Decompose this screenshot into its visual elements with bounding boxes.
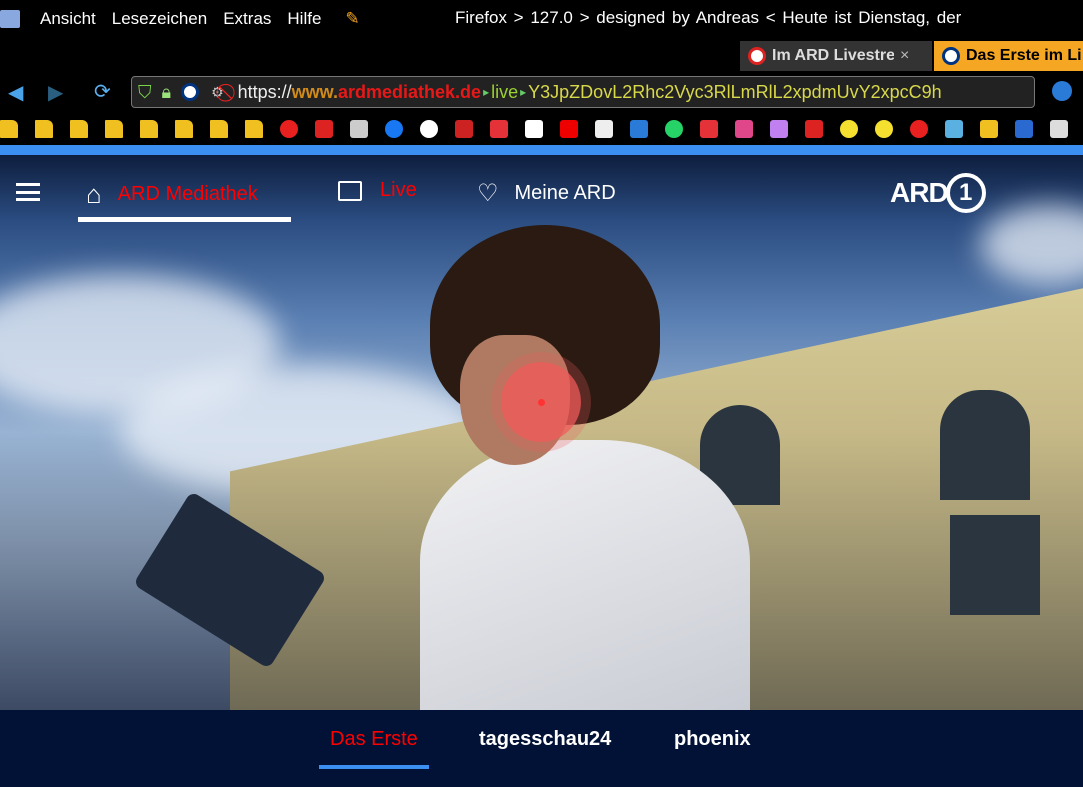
nav-meine-ard[interactable]: ♡ Meine ARD	[477, 179, 616, 208]
bookmark-cloud-icon[interactable]	[735, 120, 753, 138]
das-erste-icon	[942, 47, 960, 65]
bookmark-ebay-icon[interactable]	[490, 120, 508, 138]
menu-extras[interactable]: Extras	[223, 9, 271, 29]
url-scheme: https://	[237, 81, 292, 102]
person	[420, 225, 750, 710]
bookmark-facebook-icon[interactable]	[385, 120, 403, 138]
bookmark-monitor-icon[interactable]	[630, 120, 648, 138]
bookmark-ebay-icon[interactable]	[700, 120, 718, 138]
menu-ansicht[interactable]: Ansicht	[40, 9, 96, 29]
bookmark-flame-icon[interactable]	[910, 120, 928, 138]
cursor-highlight	[501, 362, 581, 442]
window	[940, 390, 1030, 500]
url-host: ardmediathek.de	[338, 81, 482, 102]
nav-label: ARD Mediathek	[117, 183, 258, 205]
cursor-dot	[538, 399, 545, 406]
window-title: Firefox > 127.0 > designed by Andreas < …	[455, 8, 962, 27]
tab-das-erste[interactable]: Das Erste im Li	[934, 41, 1083, 71]
active-nav-indicator	[78, 217, 291, 222]
ard-logo[interactable]: ARD 1	[890, 173, 986, 213]
shield-icon[interactable]: ⛉	[138, 82, 152, 103]
bookmark-red-box-icon[interactable]	[805, 120, 823, 138]
url-www: www.	[291, 81, 339, 102]
heart-icon: ♡	[477, 180, 499, 207]
bookmark-beach-icon[interactable]	[945, 120, 963, 138]
bookmark-people-icon[interactable]	[770, 120, 788, 138]
ard-one-icon: 1	[945, 173, 986, 213]
bookmark-folder-icon[interactable]	[105, 120, 123, 138]
bookmark-folder-icon[interactable]	[210, 120, 228, 138]
shirt	[420, 440, 750, 710]
site-icon	[181, 83, 200, 101]
active-channel-indicator	[319, 765, 429, 769]
bookmark-folder-icon[interactable]	[140, 120, 158, 138]
bookmark-folder-icon[interactable]	[35, 120, 53, 138]
bookmark-diamond-icon[interactable]	[980, 120, 998, 138]
back-icon[interactable]: ◀	[8, 80, 23, 105]
tab-label: Im ARD Livestre	[772, 47, 894, 64]
window	[950, 515, 1040, 615]
bookmark-smiley-icon[interactable]	[875, 120, 893, 138]
bookmark-flame-icon[interactable]	[280, 120, 298, 138]
bookmark-gh-icon[interactable]	[595, 120, 613, 138]
navigation-bar: ◀ ▶ ⟳ ⛉ 🔒︎ ⚙ ⃠ https:// www. ardmediathe…	[0, 74, 1083, 110]
app-icon	[0, 10, 20, 28]
home-icon: ⌂	[86, 179, 102, 209]
bookmark-at-sign-icon[interactable]	[420, 120, 438, 138]
tv-icon	[338, 180, 362, 201]
menu-lesezeichen[interactable]: Lesezeichen	[112, 9, 207, 29]
tab-label: Das Erste im Li	[966, 47, 1082, 64]
pencil-icon[interactable]: ✎	[345, 9, 359, 29]
bookmark-bz-icon[interactable]	[350, 120, 368, 138]
bookmark-doc-icon[interactable]	[1050, 120, 1068, 138]
bookmark-cb-icon[interactable]	[1015, 120, 1033, 138]
bookmark-youtube-icon[interactable]	[315, 120, 333, 138]
tab-ard-livestream[interactable]: Im ARD Livestre ×	[740, 41, 932, 71]
bookmark-folder-icon[interactable]	[70, 120, 88, 138]
flame-icon	[748, 47, 766, 65]
close-tab-icon[interactable]: ×	[900, 47, 909, 65]
url-sep: ▸	[483, 85, 490, 99]
bookmark-folder-icon[interactable]	[175, 120, 193, 138]
nav-live[interactable]: Live	[338, 179, 417, 202]
bookmark-amazon-icon[interactable]	[525, 120, 543, 138]
accent-bar	[0, 145, 1083, 155]
extension-icon[interactable]	[1052, 81, 1072, 101]
reload-icon[interactable]: ⟳	[94, 79, 111, 104]
hamburger-menu-icon[interactable]	[16, 183, 40, 201]
bookmarks-toolbar	[0, 116, 1083, 142]
bookmark-folder-icon[interactable]	[0, 120, 18, 138]
logo-text: ARD	[890, 177, 949, 208]
forward-icon[interactable]: ▶	[48, 80, 63, 105]
tab-strip: Im ARD Livestre × Das Erste im Li	[0, 41, 1083, 71]
channel-phoenix[interactable]: phoenix	[674, 728, 751, 751]
bookmark-sparkasse-icon[interactable]	[560, 120, 578, 138]
url-path-id: Y3JpZDovL2Rhc2Vyc3RlLmRlL2xpdmUvY2xpcC9h	[528, 81, 942, 102]
bookmark-news-icon[interactable]	[455, 120, 473, 138]
menu-hilfe[interactable]: Hilfe	[287, 9, 321, 29]
channel-das-erste[interactable]: Das Erste	[330, 728, 418, 751]
channel-tagesschau24[interactable]: tagesschau24	[479, 728, 611, 751]
channel-tabs: Das Erste tagesschau24 phoenix	[0, 710, 1083, 787]
nav-label: Meine ARD	[514, 182, 616, 204]
nav-label: Live	[380, 179, 417, 201]
lock-icon[interactable]: 🔒︎	[162, 82, 172, 103]
url-sep: ▸	[520, 85, 527, 99]
bookmark-folder-icon[interactable]	[245, 120, 263, 138]
bookmark-smiley-icon[interactable]	[840, 120, 858, 138]
bookmark-whatsapp-icon[interactable]	[665, 120, 683, 138]
permissions-icon[interactable]: ⚙	[211, 84, 224, 101]
url-bar[interactable]: ⛉ 🔒︎ ⚙ ⃠ https:// www. ardmediathek.de ▸…	[131, 76, 1035, 108]
menu-bar: Ansicht Lesezeichen Extras Hilfe ✎ Firef…	[0, 0, 1083, 38]
nav-ard-mediathek[interactable]: ⌂ ARD Mediathek	[86, 179, 258, 210]
url-path-live: live	[491, 81, 519, 102]
